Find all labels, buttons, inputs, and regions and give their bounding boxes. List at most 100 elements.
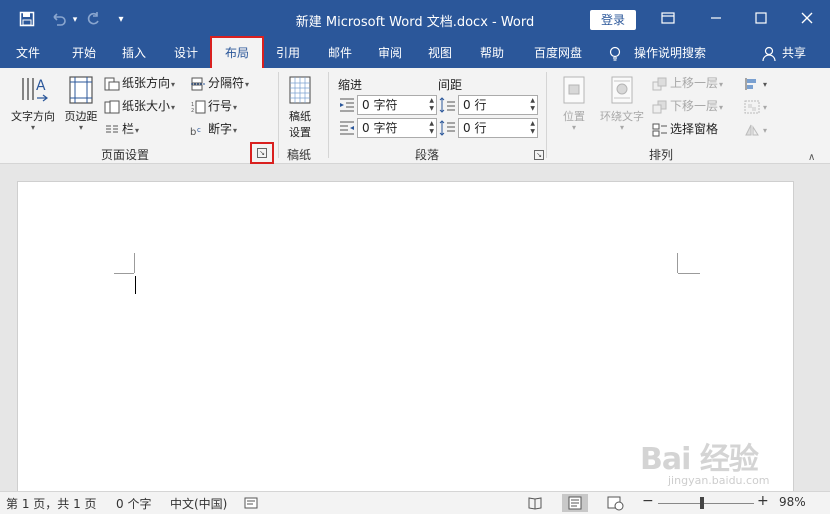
chevron-down-icon: ▾: [619, 123, 624, 132]
share-person-icon[interactable]: [762, 46, 776, 62]
spacing-before-input[interactable]: 0 行 ▲ ▼: [458, 95, 538, 115]
spinner-arrows-icon[interactable]: ▲ ▼: [429, 120, 434, 136]
bring-forward-icon: [652, 77, 667, 90]
tab-review[interactable]: 审阅: [368, 40, 412, 68]
manuscript-group-label: 稿纸: [286, 148, 311, 162]
login-button[interactable]: 登录: [590, 10, 636, 30]
indent-right-input[interactable]: 0 字符 ▲ ▼: [357, 118, 437, 138]
zoom-slider-thumb[interactable]: [700, 497, 704, 509]
page-setup-launcher-icon[interactable]: ↘: [257, 148, 267, 158]
position-button[interactable]: 位置 ▾: [556, 74, 592, 132]
spacing-after-value: 0 行: [463, 121, 487, 135]
spacing-label: 间距: [438, 78, 463, 92]
watermark-url: jingyan.baidu.com: [668, 474, 770, 487]
wrap-text-button[interactable]: 环绕文字 ▾: [596, 74, 648, 132]
corner-mark: [678, 273, 700, 274]
close-icon[interactable]: [795, 9, 819, 31]
tell-me-search[interactable]: 操作说明搜索: [628, 40, 712, 68]
spacing-after-input[interactable]: 0 行 ▲ ▼: [458, 118, 538, 138]
spacing-after-icon: [439, 120, 455, 136]
orientation-button[interactable]: 纸张方向▾: [104, 73, 175, 93]
text-direction-label: 文字方向: [11, 110, 55, 123]
breaks-button[interactable]: 分隔符▾: [190, 73, 249, 93]
print-layout-icon[interactable]: [562, 494, 588, 512]
manuscript-setup-label-line2: 设置: [289, 126, 311, 139]
text-direction-button[interactable]: A 文字方向 ▾: [8, 74, 58, 132]
paper-size-icon: [104, 100, 120, 113]
tab-insert[interactable]: 插入: [112, 40, 156, 68]
spacing-before-value: 0 行: [463, 98, 487, 112]
spinner-arrows-icon[interactable]: ▲ ▼: [429, 97, 434, 113]
chevron-down-icon: ▾: [571, 123, 576, 132]
maximize-icon[interactable]: [749, 9, 773, 31]
bring-forward-button[interactable]: 上移一层▾: [652, 73, 723, 93]
selection-pane-icon: [652, 123, 667, 136]
align-icon: [745, 77, 756, 90]
tab-help[interactable]: 帮助: [470, 40, 514, 68]
tab-view[interactable]: 视图: [418, 40, 462, 68]
save-icon[interactable]: [18, 11, 36, 29]
page-count[interactable]: 第 1 页，共 1 页: [6, 495, 97, 512]
rotate-button[interactable]: ▾: [744, 119, 767, 139]
collapse-ribbon-icon[interactable]: ∧: [808, 152, 815, 163]
group-objects-icon: [744, 100, 760, 113]
manuscript-setup-button[interactable]: 稿纸 设置: [282, 74, 318, 140]
manuscript-icon: [289, 76, 311, 104]
language-indicator[interactable]: 中文(中国): [170, 495, 227, 512]
svg-text:A: A: [36, 78, 46, 94]
zoom-out-button[interactable]: −: [642, 493, 654, 509]
tab-home[interactable]: 开始: [62, 40, 106, 68]
lightbulb-icon[interactable]: [608, 46, 622, 62]
indent-right-icon: [340, 121, 354, 135]
arrange-group-label: 排列: [648, 148, 673, 162]
align-button[interactable]: ▾: [744, 73, 767, 93]
margins-icon: [69, 76, 93, 104]
title-bar: ▾ ▾ 新建 Microsoft Word 文档.docx - Word 登录: [0, 0, 830, 40]
zoom-in-button[interactable]: +: [757, 493, 769, 509]
web-layout-icon[interactable]: [602, 494, 628, 512]
tab-baidu-netdisk[interactable]: 百度网盘: [526, 40, 590, 68]
send-backward-button[interactable]: 下移一层▾: [652, 96, 723, 116]
tab-references[interactable]: 引用: [266, 40, 310, 68]
read-mode-icon[interactable]: [522, 494, 548, 512]
indent-label: 缩进: [338, 78, 363, 92]
window-title: 新建 Microsoft Word 文档.docx - Word: [295, 15, 535, 30]
tab-file[interactable]: 文件: [6, 40, 50, 68]
spinner-arrows-icon[interactable]: ▲ ▼: [530, 120, 535, 136]
columns-button[interactable]: 栏▾: [104, 119, 139, 139]
tab-design[interactable]: 设计: [164, 40, 208, 68]
zoom-level[interactable]: 98%: [779, 495, 806, 509]
word-count[interactable]: 0 个字: [116, 495, 151, 512]
indent-left-input[interactable]: 0 字符 ▲ ▼: [357, 95, 437, 115]
accessibility-icon[interactable]: [244, 496, 258, 513]
ribbon-display-icon[interactable]: [656, 9, 680, 31]
line-numbers-button[interactable]: 1 2 行号▾: [190, 96, 237, 116]
text-cursor: [135, 276, 136, 294]
paragraph-group-label: 段落: [414, 148, 439, 162]
size-button[interactable]: 纸张大小▾: [104, 96, 175, 116]
zoom-slider-track[interactable]: [658, 503, 754, 504]
indent-right-value: 0 字符: [362, 121, 398, 135]
minimize-icon[interactable]: [704, 9, 728, 31]
group-objects-button[interactable]: ▾: [744, 96, 767, 116]
customize-qat-icon[interactable]: ▾: [112, 11, 130, 29]
hyphenation-button[interactable]: b c 断字▾: [190, 119, 237, 139]
baidu-watermark: Bai 经验 jingyan.baidu.com: [632, 430, 812, 490]
tab-mailings[interactable]: 邮件: [318, 40, 362, 68]
margins-button[interactable]: 页边距 ▾: [60, 74, 102, 132]
corner-mark: [134, 253, 135, 273]
chevron-down-icon: ▾: [30, 123, 35, 132]
tab-layout[interactable]: 布局: [210, 36, 264, 70]
spinner-arrows-icon[interactable]: ▲ ▼: [530, 97, 535, 113]
corner-mark: [114, 273, 134, 274]
position-label: 位置: [563, 110, 585, 123]
paragraph-launcher-icon[interactable]: ↘: [534, 150, 544, 160]
undo-dropdown-icon[interactable]: ▾: [66, 11, 84, 29]
hyphenation-label: 断字: [208, 122, 233, 136]
selection-pane-button[interactable]: 选择窗格: [652, 119, 718, 139]
orientation-icon: [104, 77, 120, 90]
redo-icon[interactable]: [84, 11, 102, 29]
share-button[interactable]: 共享: [778, 40, 810, 68]
margins-label: 页边距: [64, 110, 98, 123]
hyphenation-icon: bc: [190, 126, 201, 137]
